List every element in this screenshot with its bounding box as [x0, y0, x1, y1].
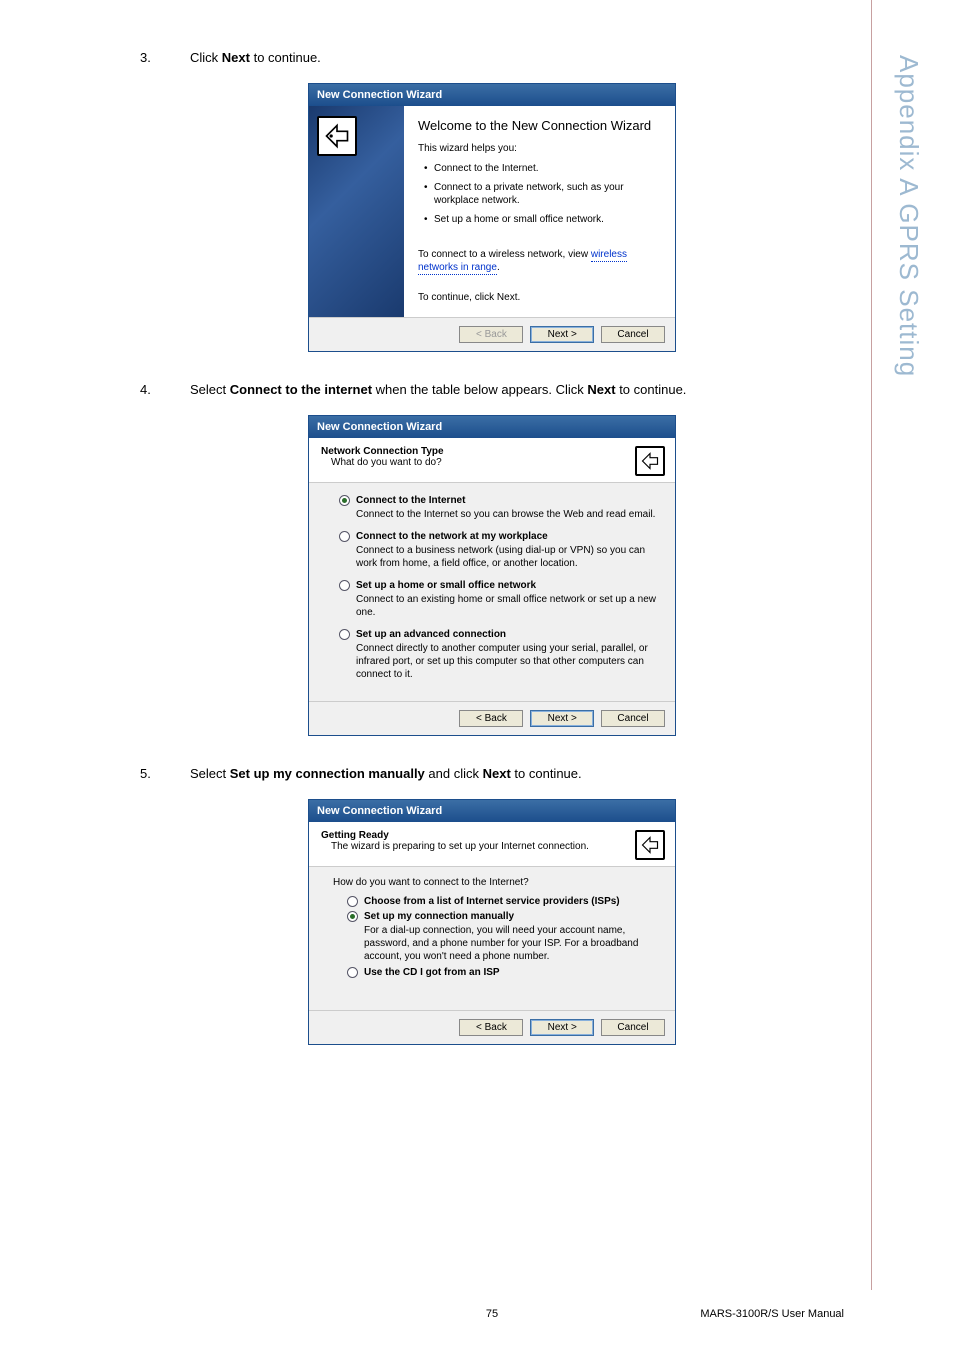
step-number: 3.	[140, 50, 190, 65]
radio-option-connect-internet[interactable]: Connect to the Internet Connect to the I…	[339, 495, 657, 521]
radio-icon	[347, 911, 358, 922]
wireless-hint: To connect to a wireless network, view w…	[418, 248, 661, 274]
new-connection-wizard-dialog-ready: New Connection Wizard Getting Ready The …	[308, 799, 676, 1045]
dialog-footer: < Back Next > Cancel	[309, 1010, 675, 1044]
radio-description: Connect directly to another computer usi…	[339, 642, 657, 681]
text-fragment: and click	[425, 766, 483, 781]
page-number: 75	[486, 1308, 498, 1320]
next-button[interactable]: Next >	[530, 326, 594, 343]
radio-label: Set up a home or small office network	[356, 580, 536, 591]
radio-icon	[339, 531, 350, 542]
radio-option-home-office[interactable]: Set up a home or small office network Co…	[339, 580, 657, 619]
text-bold: Connect to the internet	[230, 382, 372, 397]
cancel-button[interactable]: Cancel	[601, 326, 665, 343]
radio-description: For a dial-up connection, you will need …	[347, 924, 657, 963]
subheader-subtitle: What do you want to do?	[321, 457, 444, 468]
options-panel: Connect to the Internet Connect to the I…	[309, 483, 675, 701]
cancel-button[interactable]: Cancel	[601, 1019, 665, 1036]
manual-title: MARS-3100R/S User Manual	[700, 1308, 844, 1320]
new-connection-wizard-dialog-type: New Connection Wizard Network Connection…	[308, 415, 676, 736]
dialog-footer: < Back Next > Cancel	[309, 701, 675, 735]
radio-label: Set up my connection manually	[364, 911, 514, 922]
next-button[interactable]: Next >	[530, 1019, 594, 1036]
dialog-title-bar: New Connection Wizard	[309, 84, 675, 106]
radio-option-isp-list[interactable]: Choose from a list of Internet service p…	[333, 896, 657, 907]
text-fragment: to continue.	[250, 50, 321, 65]
back-button[interactable]: < Back	[459, 710, 523, 727]
step-number: 4.	[140, 382, 190, 397]
back-button: < Back	[459, 326, 523, 343]
radio-icon	[347, 896, 358, 907]
helps-text: This wizard helps you:	[418, 143, 661, 154]
subheader-title: Network Connection Type	[321, 446, 444, 457]
text-fragment: Select	[190, 382, 230, 397]
text-bold: Set up my connection manually	[230, 766, 425, 781]
radio-option-advanced[interactable]: Set up an advanced connection Connect di…	[339, 629, 657, 681]
radio-label: Choose from a list of Internet service p…	[364, 896, 620, 907]
radio-description: Connect to a business network (using dia…	[339, 544, 657, 570]
wizard-sidebar	[309, 106, 404, 317]
text-fragment: when the table below appears. Click	[372, 382, 587, 397]
radio-option-manual[interactable]: Set up my connection manually For a dial…	[333, 911, 657, 963]
step-text: Select Connect to the internet when the …	[190, 382, 844, 397]
page-footer: 75 MARS-3100R/S User Manual	[140, 1308, 844, 1320]
options-panel: How do you want to connect to the Intern…	[309, 867, 675, 1010]
feature-list: Connect to the Internet. Connect to a pr…	[418, 162, 661, 226]
prompt-text: How do you want to connect to the Intern…	[333, 877, 657, 888]
text-fragment: Click	[190, 50, 222, 65]
step-text: Select Set up my connection manually and…	[190, 766, 844, 781]
welcome-heading: Welcome to the New Connection Wizard	[418, 118, 661, 133]
sidebar-divider	[871, 0, 872, 1290]
list-item: Connect to the Internet.	[424, 162, 661, 175]
text-fragment: .	[497, 262, 500, 273]
text-bold: Next	[483, 766, 511, 781]
radio-label: Set up an advanced connection	[356, 629, 506, 640]
dialog-title-bar: New Connection Wizard	[309, 416, 675, 438]
list-item: Connect to a private network, such as yo…	[424, 181, 661, 207]
instruction-step-4: 4. Select Connect to the internet when t…	[140, 382, 844, 397]
step-text: Click Next to continue.	[190, 50, 844, 65]
radio-icon	[347, 967, 358, 978]
next-button[interactable]: Next >	[530, 710, 594, 727]
continue-text: To continue, click Next.	[418, 292, 661, 303]
radio-option-isp-cd[interactable]: Use the CD I got from an ISP	[333, 967, 657, 978]
dialog-title-bar: New Connection Wizard	[309, 800, 675, 822]
dialog-subheader: Getting Ready The wizard is preparing to…	[309, 822, 675, 867]
list-item: Set up a home or small office network.	[424, 213, 661, 226]
instruction-step-5: 5. Select Set up my connection manually …	[140, 766, 844, 781]
step-number: 5.	[140, 766, 190, 781]
text-fragment: to continue.	[511, 766, 582, 781]
new-connection-wizard-dialog-welcome: New Connection Wizard Welcome to the New…	[308, 83, 676, 352]
radio-icon	[339, 629, 350, 640]
dialog-subheader: Network Connection Type What do you want…	[309, 438, 675, 483]
subheader-title: Getting Ready	[321, 830, 589, 841]
text-fragment: Select	[190, 766, 230, 781]
radio-label: Connect to the network at my workplace	[356, 531, 548, 542]
text-bold: Next	[222, 50, 250, 65]
text-fragment: To connect to a wireless network, view	[418, 249, 591, 260]
radio-option-workplace[interactable]: Connect to the network at my workplace C…	[339, 531, 657, 570]
wizard-icon	[317, 116, 357, 156]
radio-icon	[339, 495, 350, 506]
text-bold: Next	[587, 382, 615, 397]
wizard-icon	[635, 830, 665, 860]
subheader-subtitle: The wizard is preparing to set up your I…	[321, 841, 589, 852]
cancel-button[interactable]: Cancel	[601, 710, 665, 727]
radio-label: Connect to the Internet	[356, 495, 465, 506]
text-fragment: to continue.	[616, 382, 687, 397]
wizard-icon	[635, 446, 665, 476]
radio-icon	[339, 580, 350, 591]
dialog-footer: < Back Next > Cancel	[309, 317, 675, 351]
radio-label: Use the CD I got from an ISP	[364, 967, 500, 978]
back-button[interactable]: < Back	[459, 1019, 523, 1036]
instruction-step-3: 3. Click Next to continue.	[140, 50, 844, 65]
radio-description: Connect to an existing home or small off…	[339, 593, 657, 619]
sidebar-section-title: Appendix A GPRS Setting	[893, 55, 924, 377]
radio-description: Connect to the Internet so you can brows…	[339, 508, 657, 521]
